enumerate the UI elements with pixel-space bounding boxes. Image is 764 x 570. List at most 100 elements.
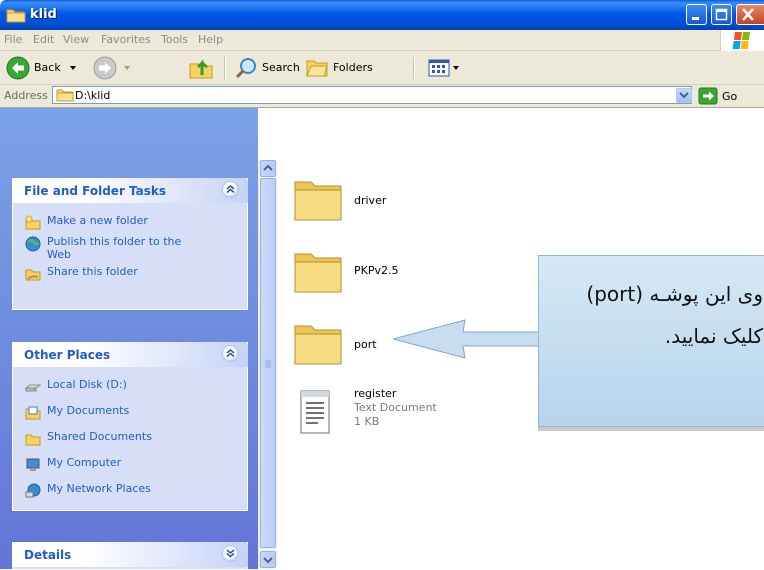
- scroll-thumb[interactable]: [260, 178, 276, 548]
- task-share-folder[interactable]: Share this folder: [13, 265, 247, 282]
- go-arrow-icon: [698, 87, 718, 105]
- address-input[interactable]: D:\klid: [52, 86, 692, 104]
- place-label: Shared Documents: [47, 430, 152, 443]
- place-my-computer[interactable]: My Computer: [13, 456, 247, 473]
- menu-tools[interactable]: Tools: [161, 33, 188, 46]
- close-button[interactable]: [736, 4, 764, 25]
- arrow-down-icon: [263, 557, 273, 564]
- back-arrow-icon: [6, 56, 30, 79]
- text-document-icon: [300, 390, 330, 434]
- place-my-documents[interactable]: My Documents: [13, 404, 247, 421]
- file-name: driver: [354, 194, 387, 207]
- place-local-disk[interactable]: Local Disk (D:): [13, 378, 247, 395]
- window-title: klid: [30, 7, 57, 22]
- folder-icon: [294, 253, 342, 293]
- file-size: 1 KB: [354, 415, 380, 428]
- menu-view[interactable]: View: [63, 33, 89, 46]
- maximize-button[interactable]: [711, 4, 732, 25]
- callout-arrow: [393, 319, 543, 359]
- address-label: Address: [4, 89, 48, 102]
- network-places-icon: [25, 483, 41, 498]
- folder-icon: [56, 88, 74, 105]
- search-label: Search: [262, 61, 300, 74]
- file-type: Text Document: [354, 401, 437, 414]
- views-button[interactable]: [427, 51, 461, 84]
- folders-icon: [306, 60, 328, 76]
- file-name: PKPv2.5: [354, 264, 399, 277]
- place-label: My Documents: [47, 404, 130, 417]
- address-dropdown-button[interactable]: [676, 88, 692, 103]
- share-folder-icon: [25, 269, 41, 281]
- back-button[interactable]: Back: [6, 51, 79, 84]
- menu-favorites[interactable]: Favorites: [101, 33, 151, 46]
- file-folder-tasks-panel: File and Folder Tasks Make a new folder …: [12, 178, 248, 310]
- publish-web-icon: [25, 236, 41, 252]
- menu-help[interactable]: Help: [198, 33, 223, 46]
- panel-title: File and Folder Tasks: [24, 184, 167, 198]
- chevron-down-icon: [679, 92, 689, 99]
- toolbar-separator: [224, 57, 226, 79]
- collapse-button[interactable]: [222, 181, 239, 198]
- grip-icon: [265, 360, 271, 368]
- title-bar[interactable]: klid: [0, 0, 764, 30]
- place-network[interactable]: My Network Places: [13, 482, 247, 499]
- search-icon: [235, 57, 256, 78]
- go-label: Go: [722, 89, 738, 103]
- menu-edit[interactable]: Edit: [33, 33, 54, 46]
- instruction-callout: وی این پوشـه (port) کلیک نمایید.: [538, 255, 764, 427]
- windows-logo-icon: [720, 30, 764, 52]
- go-button[interactable]: Go: [698, 87, 737, 105]
- folders-button[interactable]: Folders: [305, 51, 373, 84]
- folder-icon: [294, 325, 342, 365]
- place-label: Local Disk (D:): [47, 378, 127, 391]
- file-folder-tasks-header[interactable]: File and Folder Tasks: [12, 178, 248, 203]
- my-computer-icon: [26, 458, 40, 471]
- chevron-up-icon: [226, 349, 235, 358]
- search-button[interactable]: Search: [234, 51, 300, 84]
- shared-documents-icon: [25, 434, 41, 446]
- task-label: Publish this folder to the Web: [47, 235, 182, 261]
- forward-arrow-icon: [93, 56, 117, 79]
- other-places-header[interactable]: Other Places: [12, 342, 248, 367]
- toolbar: Back Search Folders: [0, 51, 764, 85]
- views-icon: [428, 59, 450, 76]
- new-folder-icon: [25, 215, 41, 230]
- forward-button[interactable]: [93, 51, 133, 84]
- menu-bar: File Edit View Favorites Tools Help: [0, 30, 764, 51]
- chevron-down-icon: [453, 65, 459, 70]
- local-disk-icon: [25, 384, 41, 392]
- file-name: register: [354, 387, 397, 400]
- chevron-down-icon: [226, 549, 235, 558]
- place-label: My Computer: [47, 456, 122, 469]
- chevron-down-icon: [124, 65, 130, 70]
- collapse-button[interactable]: [222, 345, 239, 362]
- scroll-down-button[interactable]: [260, 551, 276, 568]
- folder-icon: [294, 181, 342, 221]
- details-header[interactable]: Details: [12, 542, 248, 567]
- task-publish-folder[interactable]: Publish this folder to the Web: [13, 235, 247, 261]
- address-value: D:\klid: [75, 89, 111, 102]
- menu-file[interactable]: File: [4, 33, 22, 46]
- toolbar-separator: [413, 57, 415, 79]
- folders-label: Folders: [333, 61, 373, 74]
- arrow-up-icon: [263, 164, 273, 171]
- my-documents-icon: [25, 406, 41, 420]
- task-make-new-folder[interactable]: Make a new folder: [13, 214, 247, 231]
- minimize-button[interactable]: [686, 4, 707, 25]
- expand-button[interactable]: [222, 545, 239, 562]
- panel-title: Details: [24, 548, 72, 562]
- scroll-up-button[interactable]: [260, 160, 276, 177]
- place-label: My Network Places: [47, 482, 151, 495]
- task-label: Share this folder: [47, 265, 138, 278]
- place-shared-documents[interactable]: Shared Documents: [13, 430, 247, 447]
- details-panel: Details: [12, 542, 248, 569]
- other-places-panel: Other Places Local Disk (D:) My Document…: [12, 342, 248, 511]
- task-pane-scrollbar[interactable]: [258, 160, 277, 569]
- callout-line-1: وی این پوشـه (port): [586, 282, 763, 306]
- callout-line-2: کلیک نمایید.: [664, 324, 763, 348]
- address-bar: Address D:\klid Go: [0, 85, 764, 108]
- chevron-down-icon: [69, 65, 76, 70]
- up-folder-button[interactable]: [188, 51, 214, 84]
- up-folder-icon: [189, 58, 213, 78]
- task-label: Make a new folder: [47, 214, 148, 227]
